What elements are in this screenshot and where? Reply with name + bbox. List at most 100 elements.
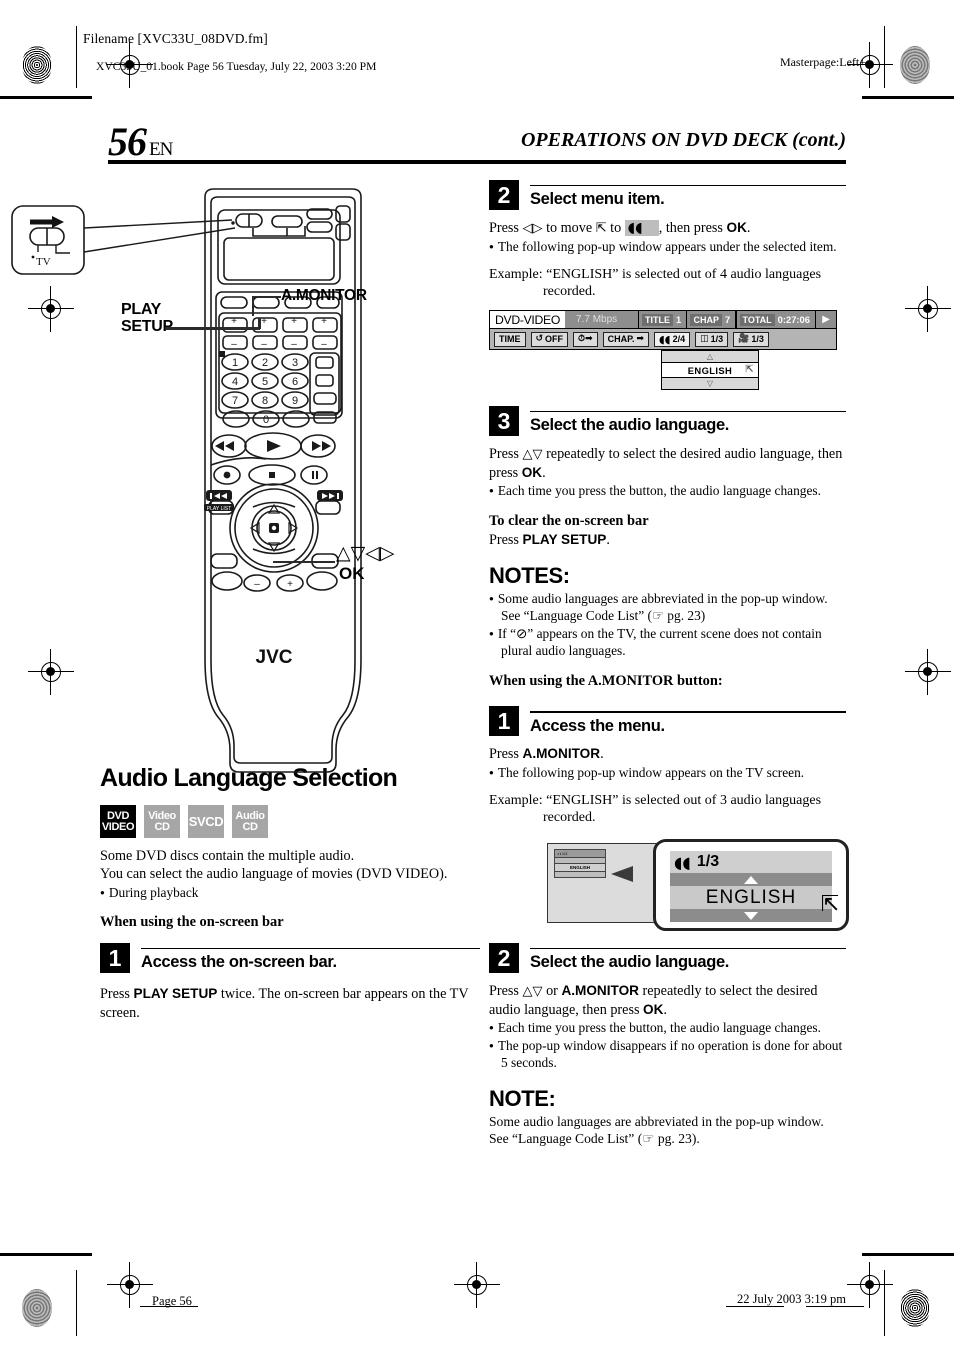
- svg-text:8: 8: [262, 395, 268, 407]
- play-setup-leader-v: [258, 318, 261, 329]
- step-2-example-label: Example:: [489, 266, 543, 282]
- audio-icon: ◖◖: [659, 332, 671, 346]
- svg-text:–: –: [231, 339, 237, 350]
- svg-text:9: 9: [292, 395, 298, 407]
- step-1b-number: 1: [489, 706, 519, 737]
- clear-bar-pre: Press: [489, 532, 523, 549]
- step-2b-body: Press △▽ or A.MONITOR repeatedly to sele…: [489, 982, 846, 1019]
- osd-button-repeat[interactable]: ↺ OFF: [530, 331, 569, 347]
- osd-button-subtitle[interactable]: ◫ 1/3: [695, 331, 729, 347]
- svg-text:7: 7: [232, 395, 238, 407]
- popup-header: ◖◖ 1/3: [670, 851, 832, 874]
- footer-rule-right: [884, 1270, 886, 1336]
- osd-button-angle[interactable]: 🎥 1/3: [733, 331, 769, 347]
- step-3-end: .: [542, 465, 546, 482]
- trim-line-bottom-right: [862, 1253, 954, 1256]
- section-intro: Some DVD discs contain the multiple audi…: [100, 847, 480, 884]
- svg-text:6: 6: [292, 376, 298, 388]
- clock-arrow-icon: ⏱➡: [578, 334, 593, 345]
- intro-line-1: Some DVD discs contain the multiple audi…: [100, 848, 355, 864]
- footer-timestamp: 22 July 2003 3:19 pm: [736, 1292, 846, 1306]
- osd-button-time[interactable]: TIME: [494, 331, 526, 347]
- osd-title-field: TITLE 1: [639, 311, 686, 328]
- badge-dvd-line1: DVD: [106, 809, 130, 822]
- step-2b-title: Select the audio language.: [530, 953, 730, 972]
- step-2-example: Example: “ENGLISH” is selected out of 4 …: [489, 266, 846, 302]
- svg-text:2: 2: [262, 357, 268, 369]
- step-2-end: .: [746, 220, 751, 236]
- svg-text:–: –: [291, 339, 297, 350]
- amonitor-heading: When using the A.MONITOR button:: [489, 673, 723, 690]
- tv-mini-title: ◖◖1/3: [554, 849, 606, 859]
- osd-button-time-search[interactable]: ⏱➡: [573, 331, 598, 347]
- step-2-mid3: , then press: [658, 220, 727, 236]
- step-2-ok: OK: [726, 220, 747, 235]
- popup-up-arrow[interactable]: △: [662, 351, 758, 364]
- svg-text:–: –: [321, 339, 327, 350]
- step-1-body-pre: Press: [100, 986, 134, 1003]
- magnified-popup-callout: ◖◖ 1/3 ENGLISH ⇱: [653, 839, 849, 932]
- popup-down-arrow[interactable]: ▽: [662, 378, 758, 390]
- popup-down-band[interactable]: [670, 909, 832, 923]
- header-rule-right: [884, 26, 886, 88]
- page-number: 56 EN: [108, 118, 173, 165]
- popup-language-value: ENGLISH: [705, 886, 797, 908]
- footer-leader-center: [726, 1306, 784, 1308]
- right-column: 2 Select menu item. Press ◁▷ to move ⇱ t…: [489, 176, 849, 1148]
- svg-text:0: 0: [263, 414, 269, 426]
- badge-vcd-line2: CD: [154, 820, 170, 833]
- popup-language-band[interactable]: ENGLISH ⇱: [670, 886, 839, 917]
- note-2: If “⊘” appears on the TV, the current sc…: [489, 626, 846, 660]
- footer-leader-left: [140, 1306, 198, 1308]
- step-2-body: Press ◁▷ to move ⇱ to ◖◖, then press OK.: [489, 219, 846, 238]
- triangle-down-icon: [744, 911, 758, 920]
- osd-total-field: TOTAL 0:27:06: [737, 311, 816, 328]
- a-monitor-label: A.MONITOR: [281, 287, 367, 304]
- step-2b-bullet-2: The pop-up window disappears if no opera…: [489, 1038, 846, 1072]
- subhead-onscreen-bar: When using the on-screen bar: [100, 914, 284, 931]
- svg-text:+: +: [261, 316, 267, 327]
- osd-row-buttons: TIME ↺ OFF ⏱➡ CHAP. ➡ ◖◖ 2/4 ◫ 1/3 🎥 1/3: [489, 329, 837, 351]
- step-1b-pre: Press: [489, 746, 523, 763]
- step-2-rule: [530, 184, 846, 187]
- registration-mark-mid-right: [905, 649, 951, 695]
- step-1-title: Access the on-screen bar.: [141, 953, 337, 972]
- step-2b-or: or: [542, 983, 562, 1000]
- popup-selected-value[interactable]: ENGLISH ⇱: [662, 363, 758, 379]
- popup-up-band[interactable]: [670, 873, 832, 887]
- page-number-value: 56: [108, 119, 147, 164]
- svg-text:+: +: [231, 316, 237, 327]
- header-rule-left: [76, 26, 78, 88]
- trim-line-top-left: [0, 96, 92, 99]
- badge-svcd: SVCD: [188, 805, 224, 838]
- cursor-pointer-icon: ⇱: [595, 221, 607, 236]
- chapter-title: OPERATIONS ON DVD DECK (cont.): [520, 129, 846, 151]
- svg-text:4: 4: [232, 376, 238, 388]
- page-language-code: EN: [149, 139, 173, 160]
- step-3-ok: OK: [521, 465, 543, 481]
- tv-mini-popup: ◖◖1/3 ENGLISH: [554, 849, 606, 879]
- osd-button-chapter-search[interactable]: CHAP. ➡: [602, 331, 649, 347]
- step-1-rule: [141, 948, 480, 950]
- step-2-example-text2: recorded.: [543, 284, 596, 300]
- osd-button-audio[interactable]: ◖◖ 2/4: [654, 331, 691, 347]
- step-2-number: 2: [489, 180, 519, 210]
- osd-time-label: TIME: [499, 334, 521, 345]
- clear-bar-post: .: [606, 532, 610, 549]
- step-2b-rule: [530, 947, 846, 950]
- osd-row-top: DVD-VIDEO 7.7 Mbps TITLE 1 CHAP 7 TOTAL …: [489, 310, 837, 330]
- step-1-amonitor: 1 Access the menu. Press A.MONITOR. The …: [489, 706, 849, 932]
- step-2-example-text: “ENGLISH” is selected out of 4 audio lan…: [546, 266, 822, 282]
- popup-language-text: ENGLISH: [687, 364, 733, 376]
- badge-svcd-line1: SVCD: [188, 814, 224, 829]
- step-2-mid2: to: [606, 220, 625, 236]
- badge-dvd-video: DVD VIDEO: [100, 805, 136, 838]
- play-setup-leader-h: [166, 327, 260, 330]
- intro-bullet: During playback: [100, 885, 480, 902]
- registration-mark-bottom-center: [454, 1262, 500, 1308]
- tv-mini-down: [554, 872, 606, 879]
- step-1-left: 1 Access the on-screen bar. Press PLAY S…: [100, 943, 480, 1022]
- masterpage-label: Masterpage:Left+: [779, 55, 866, 69]
- badge-dvd-line2: VIDEO: [101, 820, 135, 833]
- osd-audio-label: 2/4: [672, 334, 686, 345]
